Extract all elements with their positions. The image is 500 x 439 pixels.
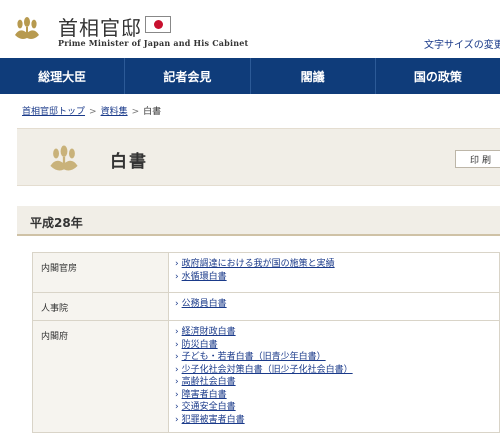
links-cell: 経済財政白書 防災白書 子ども・若者白書（旧青少年白書） 少子化社会対策白書（旧… — [168, 320, 500, 433]
white-paper-link[interactable]: 少子化社会対策白書（旧少子化社会白書） — [182, 365, 353, 375]
list-item: 防災白書 — [175, 339, 499, 352]
list-item: 少子化社会対策白書（旧少子化社会白書） — [175, 364, 499, 377]
links-cell: 公務員白書 — [168, 292, 500, 321]
nav-item-press-conference[interactable]: 記者会見 — [124, 58, 249, 94]
list-item: 公務員白書 — [175, 298, 499, 311]
white-paper-link[interactable]: 犯罪被害者白書 — [182, 415, 245, 425]
white-paper-link[interactable]: 経済財政白書 — [182, 327, 236, 337]
white-paper-link[interactable]: 交通安全白書 — [182, 402, 236, 412]
link-list: 政府調達における我が国の施策と実績 水循環白書 — [175, 258, 499, 283]
breadcrumb-home-link[interactable]: 首相官邸トップ — [22, 107, 85, 117]
list-item: 経済財政白書 — [175, 326, 499, 339]
white-paper-link[interactable]: 高齢社会白書 — [182, 377, 236, 387]
breadcrumb: 首相官邸トップ > 資料集 > 白書 — [22, 104, 161, 117]
list-item: 障害者白書 — [175, 389, 499, 402]
white-paper-link[interactable]: 子ども・若者白書（旧青少年白書） — [182, 352, 326, 362]
global-nav: 総理大臣 記者会見 閣議 国の政策 — [0, 58, 500, 94]
white-paper-link[interactable]: 水循環白書 — [182, 272, 227, 282]
breadcrumb-separator: > — [89, 107, 97, 117]
white-paper-link[interactable]: 公務員白書 — [182, 299, 227, 309]
link-list: 公務員白書 — [175, 298, 499, 311]
white-paper-link[interactable]: 障害者白書 — [182, 390, 227, 400]
agency-cell: 内閣官房 — [32, 252, 169, 293]
list-item: 交通安全白書 — [175, 401, 499, 414]
agency-cell: 内閣府 — [32, 320, 169, 433]
nav-item-prime-minister[interactable]: 総理大臣 — [0, 58, 124, 94]
white-paper-link[interactable]: 防災白書 — [182, 340, 218, 350]
list-item: 水循環白書 — [175, 271, 499, 284]
list-item: 政府調達における我が国の施策と実績 — [175, 258, 499, 271]
nav-item-cabinet-meeting[interactable]: 閣議 — [249, 58, 375, 94]
nav-item-policies[interactable]: 国の政策 — [374, 58, 500, 94]
links-cell: 政府調達における我が国の施策と実績 水循環白書 — [168, 252, 500, 293]
table-row: 内閣官房 政府調達における我が国の施策と実績 水循環白書 — [32, 252, 500, 293]
page-title: 白書 — [110, 152, 148, 172]
site-header: 首相官邸 Prime Minister of Japan and His Cab… — [0, 0, 500, 58]
japan-flag-icon — [145, 16, 171, 33]
list-item: 子ども・若者白書（旧青少年白書） — [175, 351, 499, 364]
print-button[interactable]: 印刷 — [455, 150, 500, 168]
table-row: 内閣府 経済財政白書 防災白書 子ども・若者白書（旧青少年白書） 少子化社会対策… — [32, 320, 500, 433]
breadcrumb-separator: > — [131, 107, 140, 117]
white-paper-link[interactable]: 政府調達における我が国の施策と実績 — [182, 259, 335, 269]
white-paper-table: 内閣官房 政府調達における我が国の施策と実績 水循環白書 人事院 公務員白書 内… — [32, 252, 500, 433]
font-size-link[interactable]: 文字サイズの変更 — [424, 36, 500, 51]
paulownia-crest-icon — [50, 145, 78, 171]
page-title-box: 白書 印刷 — [17, 128, 500, 186]
table-row: 人事院 公務員白書 — [32, 292, 500, 321]
paulownia-crest-icon[interactable] — [12, 13, 42, 43]
link-list: 経済財政白書 防災白書 子ども・若者白書（旧青少年白書） 少子化社会対策白書（旧… — [175, 326, 499, 426]
breadcrumb-parent-link[interactable]: 資料集 — [101, 107, 128, 117]
site-subtitle: Prime Minister of Japan and His Cabinet — [58, 38, 249, 48]
agency-cell: 人事院 — [32, 292, 169, 321]
site-title[interactable]: 首相官邸 — [58, 12, 142, 41]
section-heading-year: 平成28年 — [17, 206, 500, 236]
breadcrumb-current: 白書 — [143, 107, 162, 117]
list-item: 高齢社会白書 — [175, 376, 499, 389]
list-item: 犯罪被害者白書 — [175, 414, 499, 427]
